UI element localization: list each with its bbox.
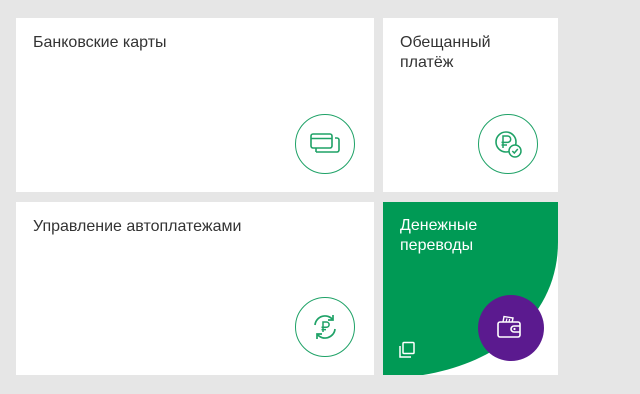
copy-icon[interactable]: [398, 341, 416, 359]
tile-title-money-transfers: Денежные переводы: [400, 217, 478, 254]
bank-cards-icon: [310, 133, 340, 153]
tile-autopayments[interactable]: Управление автоплатежами: [16, 202, 374, 375]
ruble-refresh-icon: [314, 315, 336, 339]
wallet-icon: [497, 315, 521, 338]
tile-title-promised-payment: Обещанный платёж: [400, 34, 491, 71]
promised-payment-button[interactable]: [478, 114, 538, 174]
money-transfers-button[interactable]: [478, 295, 544, 361]
ruble-check-icon: [495, 131, 522, 158]
tile-title-bank-cards: Банковские карты: [33, 34, 167, 51]
bank-cards-button[interactable]: [295, 114, 355, 174]
tile-promised-payment[interactable]: Обещанный платёж: [383, 18, 558, 192]
tile-bank-cards[interactable]: Банковские карты: [16, 18, 374, 192]
tile-title-autopayments: Управление автоплатежами: [33, 218, 242, 235]
autopayments-button[interactable]: [295, 297, 355, 357]
tile-money-transfers[interactable]: Денежные переводы: [383, 202, 558, 375]
